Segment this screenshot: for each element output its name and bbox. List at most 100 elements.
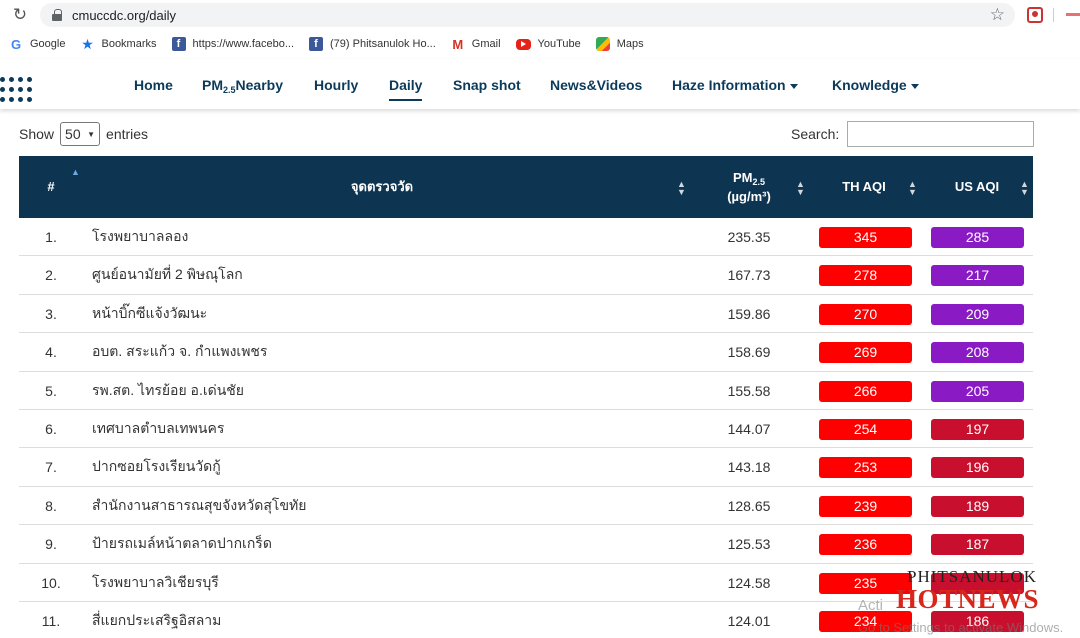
caret-down-icon — [910, 83, 919, 89]
pm25-value: 128.65 — [727, 497, 771, 514]
header-pm-main: PM — [732, 169, 753, 185]
station-name[interactable]: อบต. สระแก้ว จ. กำแพงเพชร — [92, 333, 672, 371]
us-aqi-badge: 217 — [931, 265, 1024, 287]
search-control: Search: — [791, 121, 1035, 147]
sort-icon[interactable]: ▲ ▼ — [677, 180, 686, 197]
nav-daily[interactable]: Daily — [389, 77, 423, 101]
activate-windows-text: Go to Settings to activate Windows. — [858, 620, 1064, 635]
station-name[interactable]: หน้าบิ๊กซีแจ้งวัฒนะ — [92, 295, 672, 333]
th-aqi-badge: 239 — [819, 495, 912, 517]
row-number: 4. — [45, 344, 57, 361]
sort-asc-icon: ▲ — [71, 167, 80, 177]
nav-haze-information[interactable]: Haze Information — [672, 77, 798, 93]
bookmark-facebook[interactable]: f https://www.facebo... — [171, 37, 294, 51]
table-row: 5. รพ.สต. ไทรย้อย อ.เด่นชัย 155.58 266 205 — [19, 372, 1033, 410]
row-number: 8. — [45, 497, 57, 514]
row-number: 3. — [45, 305, 57, 322]
row-number: 11. — [41, 612, 61, 629]
site-navbar: Home PM2.5Nearby Hourly Daily Snap shot … — [0, 59, 1080, 109]
address-bar[interactable]: cmuccdc.org/daily ☆ — [40, 3, 1015, 27]
facebook-icon: f — [309, 37, 324, 51]
header-us-aqi[interactable]: US AQI — [927, 156, 1027, 218]
nav-hourly[interactable]: Hourly — [314, 77, 358, 93]
header-station[interactable]: จุดตรวจวัด — [92, 156, 672, 218]
us-aqi-badge: 285 — [931, 227, 1024, 248]
table-row: 7. ปากซอยโรงเรียนวัดกู้ 143.18 253 196 — [19, 448, 1033, 487]
station-name[interactable]: โรงพยาบาลลอง — [92, 218, 672, 256]
bookmark-youtube[interactable]: YouTube — [515, 38, 581, 50]
reload-icon[interactable]: ↻ — [11, 6, 29, 24]
us-aqi-badge: 205 — [931, 380, 1024, 402]
station-name[interactable]: รพ.สต. ไทรย้อย อ.เด่นชัย — [92, 372, 672, 410]
browser-toolbar: ↻ cmuccdc.org/daily ☆ — [0, 0, 1080, 30]
th-aqi-badge: 253 — [819, 457, 912, 479]
maps-icon — [595, 37, 610, 51]
sort-icon[interactable]: ▲ ▼ — [796, 180, 805, 197]
nav-haze-label: Haze Information — [672, 77, 786, 93]
nav-home[interactable]: Home — [134, 77, 173, 93]
bookmark-gmail[interactable]: M Gmail — [450, 36, 501, 52]
bookmark-star-icon[interactable]: ☆ — [990, 5, 1005, 25]
bookmark-maps[interactable]: Maps — [595, 37, 644, 51]
pm25-value: 155.58 — [727, 382, 771, 399]
entries-control: Show 50 entries — [19, 122, 148, 146]
table-row: 9. ป้ายรถเมล์หน้าตลาดปากเกร็ด 125.53 236 187 — [19, 525, 1033, 564]
nav-knowledge[interactable]: Knowledge — [832, 77, 919, 93]
bookmark-bookmarks[interactable]: ★ Bookmarks — [80, 35, 157, 52]
bookmark-label: YouTube — [537, 38, 581, 50]
search-input[interactable] — [847, 121, 1035, 147]
activate-windows-title: Acti — [858, 597, 884, 614]
bookmarks-bar: G Google ★ Bookmarks f https://www.facebo..… — [0, 30, 1080, 58]
th-aqi-badge: 270 — [819, 303, 912, 325]
th-aqi-badge: 345 — [819, 227, 912, 248]
table-row: 3. หน้าบิ๊กซีแจ้งวัฒนะ 159.86 270 209 — [19, 295, 1033, 334]
station-name[interactable]: ป้ายรถเมล์หน้าตลาดปากเกร็ด — [92, 525, 672, 563]
row-number: 5. — [45, 382, 57, 399]
bookmark-label: (79) Phitsanulok Ho... — [330, 38, 436, 50]
sort-icon[interactable]: ▲ ▼ — [1020, 180, 1029, 197]
station-name[interactable]: เทศบาลตำบลเทพนคร — [92, 410, 672, 448]
header-num[interactable]: # ▲ — [19, 156, 83, 218]
row-number: 7. — [45, 459, 57, 476]
header-pm25[interactable]: PM2.5 (µg/m³) — [709, 156, 789, 218]
pm25-value: 158.69 — [727, 344, 771, 361]
us-aqi-badge: 208 — [931, 342, 1024, 364]
table-body: 1. โรงพยาบาลลอง 235.35 345 285 2. ศูนย์อนามัยท… — [19, 218, 1033, 638]
th-aqi-badge: 278 — [819, 265, 912, 287]
entries-select[interactable]: 50 — [60, 122, 101, 146]
url-text[interactable]: cmuccdc.org/daily — [72, 8, 176, 23]
table-row: 1. โรงพยาบาลลอง 235.35 345 285 — [19, 218, 1033, 257]
header-th-aqi[interactable]: TH AQI — [814, 156, 914, 218]
nav-knowledge-label: Knowledge — [832, 77, 907, 93]
header-th-aqi-label: TH AQI — [842, 179, 886, 194]
extension-icon[interactable] — [1027, 7, 1043, 23]
pm25-value: 124.58 — [727, 574, 771, 591]
station-name[interactable]: สี่แยกประเสริฐอิสลาม — [92, 602, 672, 638]
pm25-value: 144.07 — [727, 420, 771, 437]
pm25-value: 124.01 — [727, 612, 771, 629]
gmail-icon: M — [450, 36, 465, 52]
station-name[interactable]: สำนักงานสาธารณสุขจังหวัดสุโขทัย — [92, 487, 672, 525]
nav-nearby-label: Nearby — [235, 77, 283, 93]
th-aqi-badge: 269 — [819, 342, 912, 364]
caret-down-icon — [789, 83, 798, 89]
station-name[interactable]: ศูนย์อนามัยที่ 2 พิษณุโลก — [92, 256, 672, 294]
menu-grid-icon[interactable] — [0, 77, 34, 107]
nav-pm-label: PM — [202, 77, 223, 93]
bookmark-google[interactable]: G Google — [9, 37, 65, 52]
nav-snapshot[interactable]: Snap shot — [453, 77, 521, 93]
sort-icon[interactable]: ▲ ▼ — [908, 180, 917, 197]
us-aqi-badge: 196 — [931, 457, 1024, 479]
star-icon: ★ — [81, 35, 94, 52]
extension-icon-2[interactable] — [1066, 13, 1080, 16]
toolbar-divider — [1053, 8, 1054, 22]
nav-pm25-nearby[interactable]: PM2.5Nearby — [202, 77, 283, 95]
station-name[interactable]: ปากซอยโรงเรียนวัดกู้ — [92, 448, 672, 486]
station-name[interactable]: โรงพยาบาลวิเชียรบุรี — [92, 564, 672, 602]
bookmark-phitsanulok[interactable]: f (79) Phitsanulok Ho... — [309, 37, 436, 51]
nav-news-videos[interactable]: News&Videos — [550, 77, 642, 93]
row-number: 10. — [41, 574, 61, 591]
pm25-value: 167.73 — [727, 267, 771, 284]
bookmark-label: Bookmarks — [101, 38, 157, 50]
table-row: 2. ศูนย์อนามัยที่ 2 พิษณุโลก 167.73 278 217 — [19, 256, 1033, 295]
